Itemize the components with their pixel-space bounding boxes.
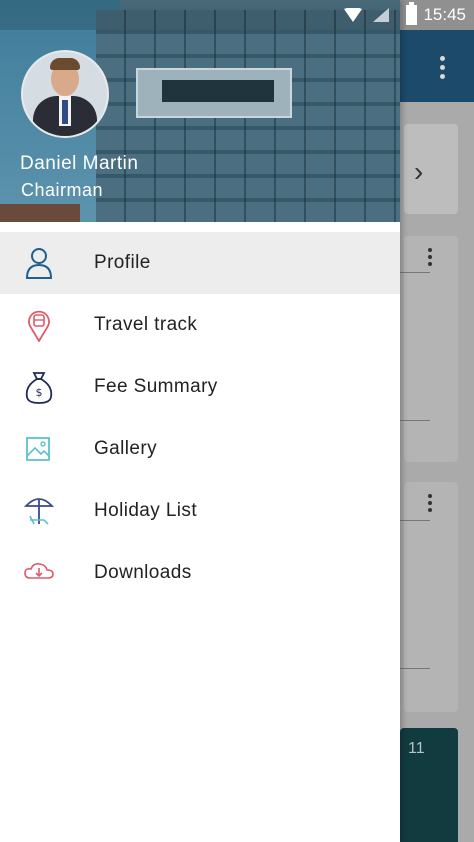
battery-icon: [406, 2, 417, 25]
divider: [400, 668, 430, 669]
menu-item-travel-track[interactable]: Travel track: [0, 294, 400, 356]
menu-item-fee-summary[interactable]: $ Fee Summary: [0, 356, 400, 418]
chevron-right-icon: ›: [414, 156, 424, 187]
avatar-tie: [62, 100, 68, 124]
card-number: 11: [408, 740, 425, 757]
menu-item-gallery[interactable]: Gallery: [0, 418, 400, 480]
menu-label: Profile: [94, 252, 151, 273]
menu-item-downloads[interactable]: Downloads: [0, 542, 400, 604]
avatar[interactable]: [21, 50, 109, 138]
navigation-drawer: Daniel Martin Chairman Profile Travel tr…: [0, 0, 400, 842]
bus-location-icon: [28, 310, 50, 342]
menu-label: Holiday List: [94, 500, 198, 521]
drawer-menu: Profile Travel track $ Fee Summary Galle…: [0, 232, 400, 604]
svg-text:$: $: [36, 386, 43, 399]
money-bag-icon: $: [25, 372, 53, 404]
divider: [400, 272, 430, 273]
background-card: [404, 124, 458, 214]
avatar-hair: [50, 58, 80, 70]
signal-icon: [373, 8, 389, 22]
background-card: [404, 236, 458, 462]
drawer-header: Daniel Martin Chairman: [0, 0, 400, 222]
user-role: Chairman: [21, 180, 104, 200]
menu-label: Travel track: [94, 314, 198, 335]
header-low-building: [0, 204, 80, 222]
menu-item-holiday-list[interactable]: Holiday List: [0, 480, 400, 542]
menu-item-profile[interactable]: Profile: [0, 232, 400, 294]
image-icon: [26, 437, 50, 461]
menu-label: Fee Summary: [94, 376, 218, 397]
background-card: [404, 482, 458, 712]
building-window-glass: [162, 80, 274, 102]
status-time: 15:45: [423, 5, 466, 24]
cloud-download-icon: [24, 563, 54, 579]
card-menu-icon: [428, 248, 432, 269]
divider: [400, 420, 430, 421]
person-icon: [25, 248, 53, 279]
user-name: Daniel Martin: [20, 153, 139, 174]
card-menu-icon: [428, 494, 432, 515]
menu-label: Gallery: [94, 438, 157, 459]
overflow-menu-icon[interactable]: [440, 56, 446, 83]
status-bar: 15:45: [0, 0, 474, 30]
beach-umbrella-icon: [23, 498, 55, 525]
divider: [400, 520, 430, 521]
wifi-icon: [344, 8, 362, 22]
menu-label: Downloads: [94, 562, 192, 583]
